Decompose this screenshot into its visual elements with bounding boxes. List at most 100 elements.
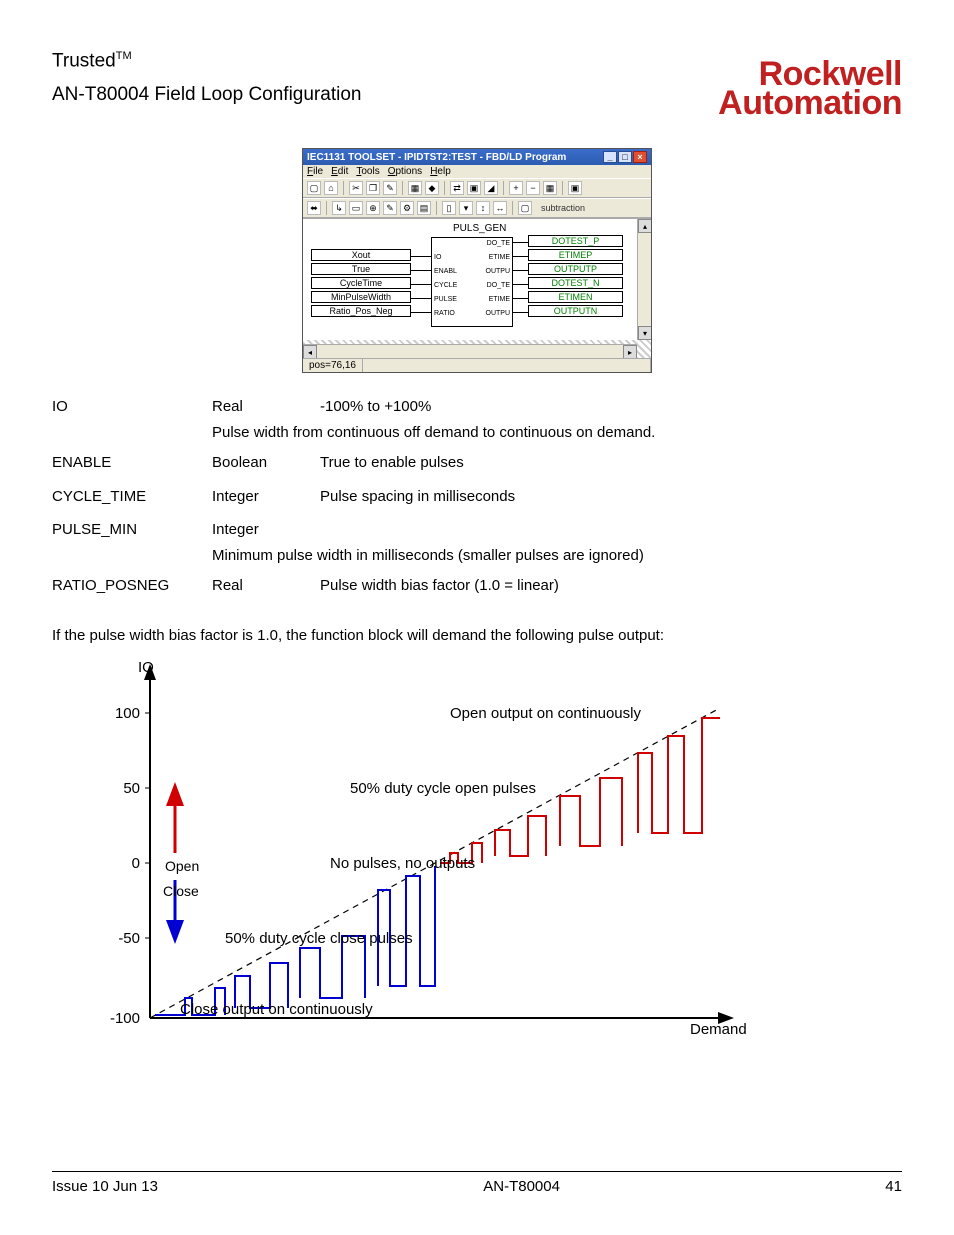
trusted-word: Trusted xyxy=(52,50,116,71)
tool-icon[interactable]: ↳ xyxy=(332,201,346,215)
output-label[interactable]: ETIMEN xyxy=(528,291,623,303)
window-titlebar[interactable]: IEC1131 TOOLSET - IPIDTST2:TEST - FBD/LD… xyxy=(303,149,651,165)
status-bar: pos=76,16 xyxy=(303,358,651,372)
page-footer: Issue 10 Jun 13 AN-T80004 41 xyxy=(52,1171,902,1195)
output-label[interactable]: OUTPUTN xyxy=(528,305,623,317)
tool-icon[interactable]: ⚙ xyxy=(400,201,414,215)
param-note: Minimum pulse width in milliseconds (sma… xyxy=(212,547,902,564)
param-type: Boolean xyxy=(212,451,320,474)
block-title: PULS_GEN xyxy=(453,223,506,234)
chart-annotation: 50% duty cycle close pulses xyxy=(225,930,413,947)
puls-gen-block[interactable]: DO_TE IO ETIME ENABL OUTPU CYCLE DO_TE P… xyxy=(431,237,513,327)
menu-tools[interactable]: Tools xyxy=(356,166,379,177)
y-axis-label: IO xyxy=(138,659,154,676)
zoom-in-icon[interactable]: + xyxy=(509,181,523,195)
scroll-right-button[interactable]: ▸ xyxy=(623,345,637,358)
input-label[interactable]: CycleTime xyxy=(311,277,411,289)
iec1131-window: IEC1131 TOOLSET - IPIDTST2:TEST - FBD/LD… xyxy=(302,148,652,373)
input-label[interactable]: Xout xyxy=(311,249,411,261)
tool-icon[interactable]: ✎ xyxy=(383,201,397,215)
menubar[interactable]: File Edit Tools Options Help xyxy=(303,165,651,178)
minimize-button[interactable]: _ xyxy=(603,151,617,163)
vertical-scrollbar[interactable]: ▴ ▾ xyxy=(637,219,651,340)
menu-edit[interactable]: Edit xyxy=(331,166,348,177)
tool-icon[interactable]: ↔ xyxy=(493,201,507,215)
output-label[interactable]: OUTPUTP xyxy=(528,263,623,275)
chart-annotation: No pulses, no outputs xyxy=(330,855,475,872)
menu-options[interactable]: Options xyxy=(388,166,422,177)
status-empty xyxy=(363,359,651,372)
input-label[interactable]: Ratio_Pos_Neg xyxy=(311,305,411,317)
param-name: ENABLE xyxy=(52,451,212,474)
y-tick: 50 xyxy=(123,780,140,797)
menu-help[interactable]: Help xyxy=(430,166,451,177)
close-button[interactable]: × xyxy=(633,151,647,163)
tool-icon[interactable]: ◢ xyxy=(484,181,498,195)
tool-icon[interactable]: ⊕ xyxy=(366,201,380,215)
tool-icon[interactable]: ▭ xyxy=(349,201,363,215)
param-type: Real xyxy=(212,395,320,418)
tool-icon[interactable]: ⌂ xyxy=(324,181,338,195)
tool-icon[interactable]: ❐ xyxy=(366,181,380,195)
chart-annotation: Open output on continuously xyxy=(450,705,641,722)
footer-center: AN-T80004 xyxy=(483,1178,560,1195)
param-type: Integer xyxy=(212,485,320,508)
tool-icon[interactable]: ⬌ xyxy=(307,201,321,215)
horizontal-scrollbar[interactable]: ◂ ▸ xyxy=(303,344,637,358)
param-desc: True to enable pulses xyxy=(320,451,902,474)
port: ETIME xyxy=(489,296,510,303)
fbd-canvas[interactable]: PULS_GEN DO_TE IO ETIME ENABL OUTPU CYCL… xyxy=(303,218,651,358)
port: DO_TE xyxy=(487,282,510,289)
param-row: PULSE_MIN Integer xyxy=(52,518,902,541)
close-arrow-label: Close xyxy=(163,883,199,899)
port: CYCLE xyxy=(434,282,457,289)
param-name: RATIO_POSNEG xyxy=(52,574,212,597)
tool-icon[interactable]: ✂ xyxy=(349,181,363,195)
scroll-left-button[interactable]: ◂ xyxy=(303,345,317,358)
scroll-down-button[interactable]: ▾ xyxy=(638,326,651,340)
output-label[interactable]: DOTEST_P xyxy=(528,235,623,247)
chart-annotation: 50% duty cycle open pulses xyxy=(350,780,536,797)
tool-icon[interactable]: ◆ xyxy=(425,181,439,195)
port: DO_TE xyxy=(487,240,510,247)
param-desc: -100% to +100% xyxy=(320,395,902,418)
y-tick: 0 xyxy=(132,855,140,872)
y-tick: -50 xyxy=(118,930,140,947)
param-row: ENABLE Boolean True to enable pulses xyxy=(52,451,902,474)
param-name: IO xyxy=(52,395,212,418)
tool-icon[interactable]: ▢ xyxy=(307,181,321,195)
tool-icon[interactable]: ▤ xyxy=(417,201,431,215)
open-arrow-label: Open xyxy=(165,858,199,874)
param-name: PULSE_MIN xyxy=(52,518,212,541)
scroll-up-button[interactable]: ▴ xyxy=(638,219,651,233)
input-label[interactable]: MinPulseWidth xyxy=(311,291,411,303)
tool-icon[interactable]: ▦ xyxy=(543,181,557,195)
zoom-out-icon[interactable]: − xyxy=(526,181,540,195)
output-label[interactable]: ETIMEP xyxy=(528,249,623,261)
pulse-output-chart: IO Demand 100 50 0 -50 -100 Open Close O… xyxy=(90,658,760,1038)
tool-icon[interactable]: ⇄ xyxy=(450,181,464,195)
maximize-button[interactable]: □ xyxy=(618,151,632,163)
window-title: IEC1131 TOOLSET - IPIDTST2:TEST - FBD/LD… xyxy=(307,152,566,163)
menu-file[interactable]: File xyxy=(307,166,323,177)
tool-icon[interactable]: ▦ xyxy=(408,181,422,195)
tool-icon[interactable]: ▢ xyxy=(518,201,532,215)
param-note: Pulse width from continuous off demand t… xyxy=(212,424,902,441)
status-pos: pos=76,16 xyxy=(303,359,363,372)
port: OUTPU xyxy=(486,310,511,317)
logo-line2: Automation xyxy=(718,89,902,118)
input-label[interactable]: True xyxy=(311,263,411,275)
output-label[interactable]: DOTEST_N xyxy=(528,277,623,289)
port: ENABL xyxy=(434,268,457,275)
tool-icon[interactable]: ▣ xyxy=(467,181,481,195)
tool-icon[interactable]: ↕ xyxy=(476,201,490,215)
tool-icon[interactable]: ▣ xyxy=(568,181,582,195)
page-header: TrustedTM AN-T80004 Field Loop Configura… xyxy=(52,50,902,130)
tool-icon[interactable]: ✎ xyxy=(383,181,397,195)
port: RATIO xyxy=(434,310,455,317)
tool-icon[interactable]: ▯ xyxy=(442,201,456,215)
param-row: RATIO_POSNEG Real Pulse width bias facto… xyxy=(52,574,902,597)
x-axis-label: Demand xyxy=(690,1021,747,1038)
chart-annotation: Close output on continuously xyxy=(180,1001,373,1018)
tool-icon[interactable]: ▾ xyxy=(459,201,473,215)
